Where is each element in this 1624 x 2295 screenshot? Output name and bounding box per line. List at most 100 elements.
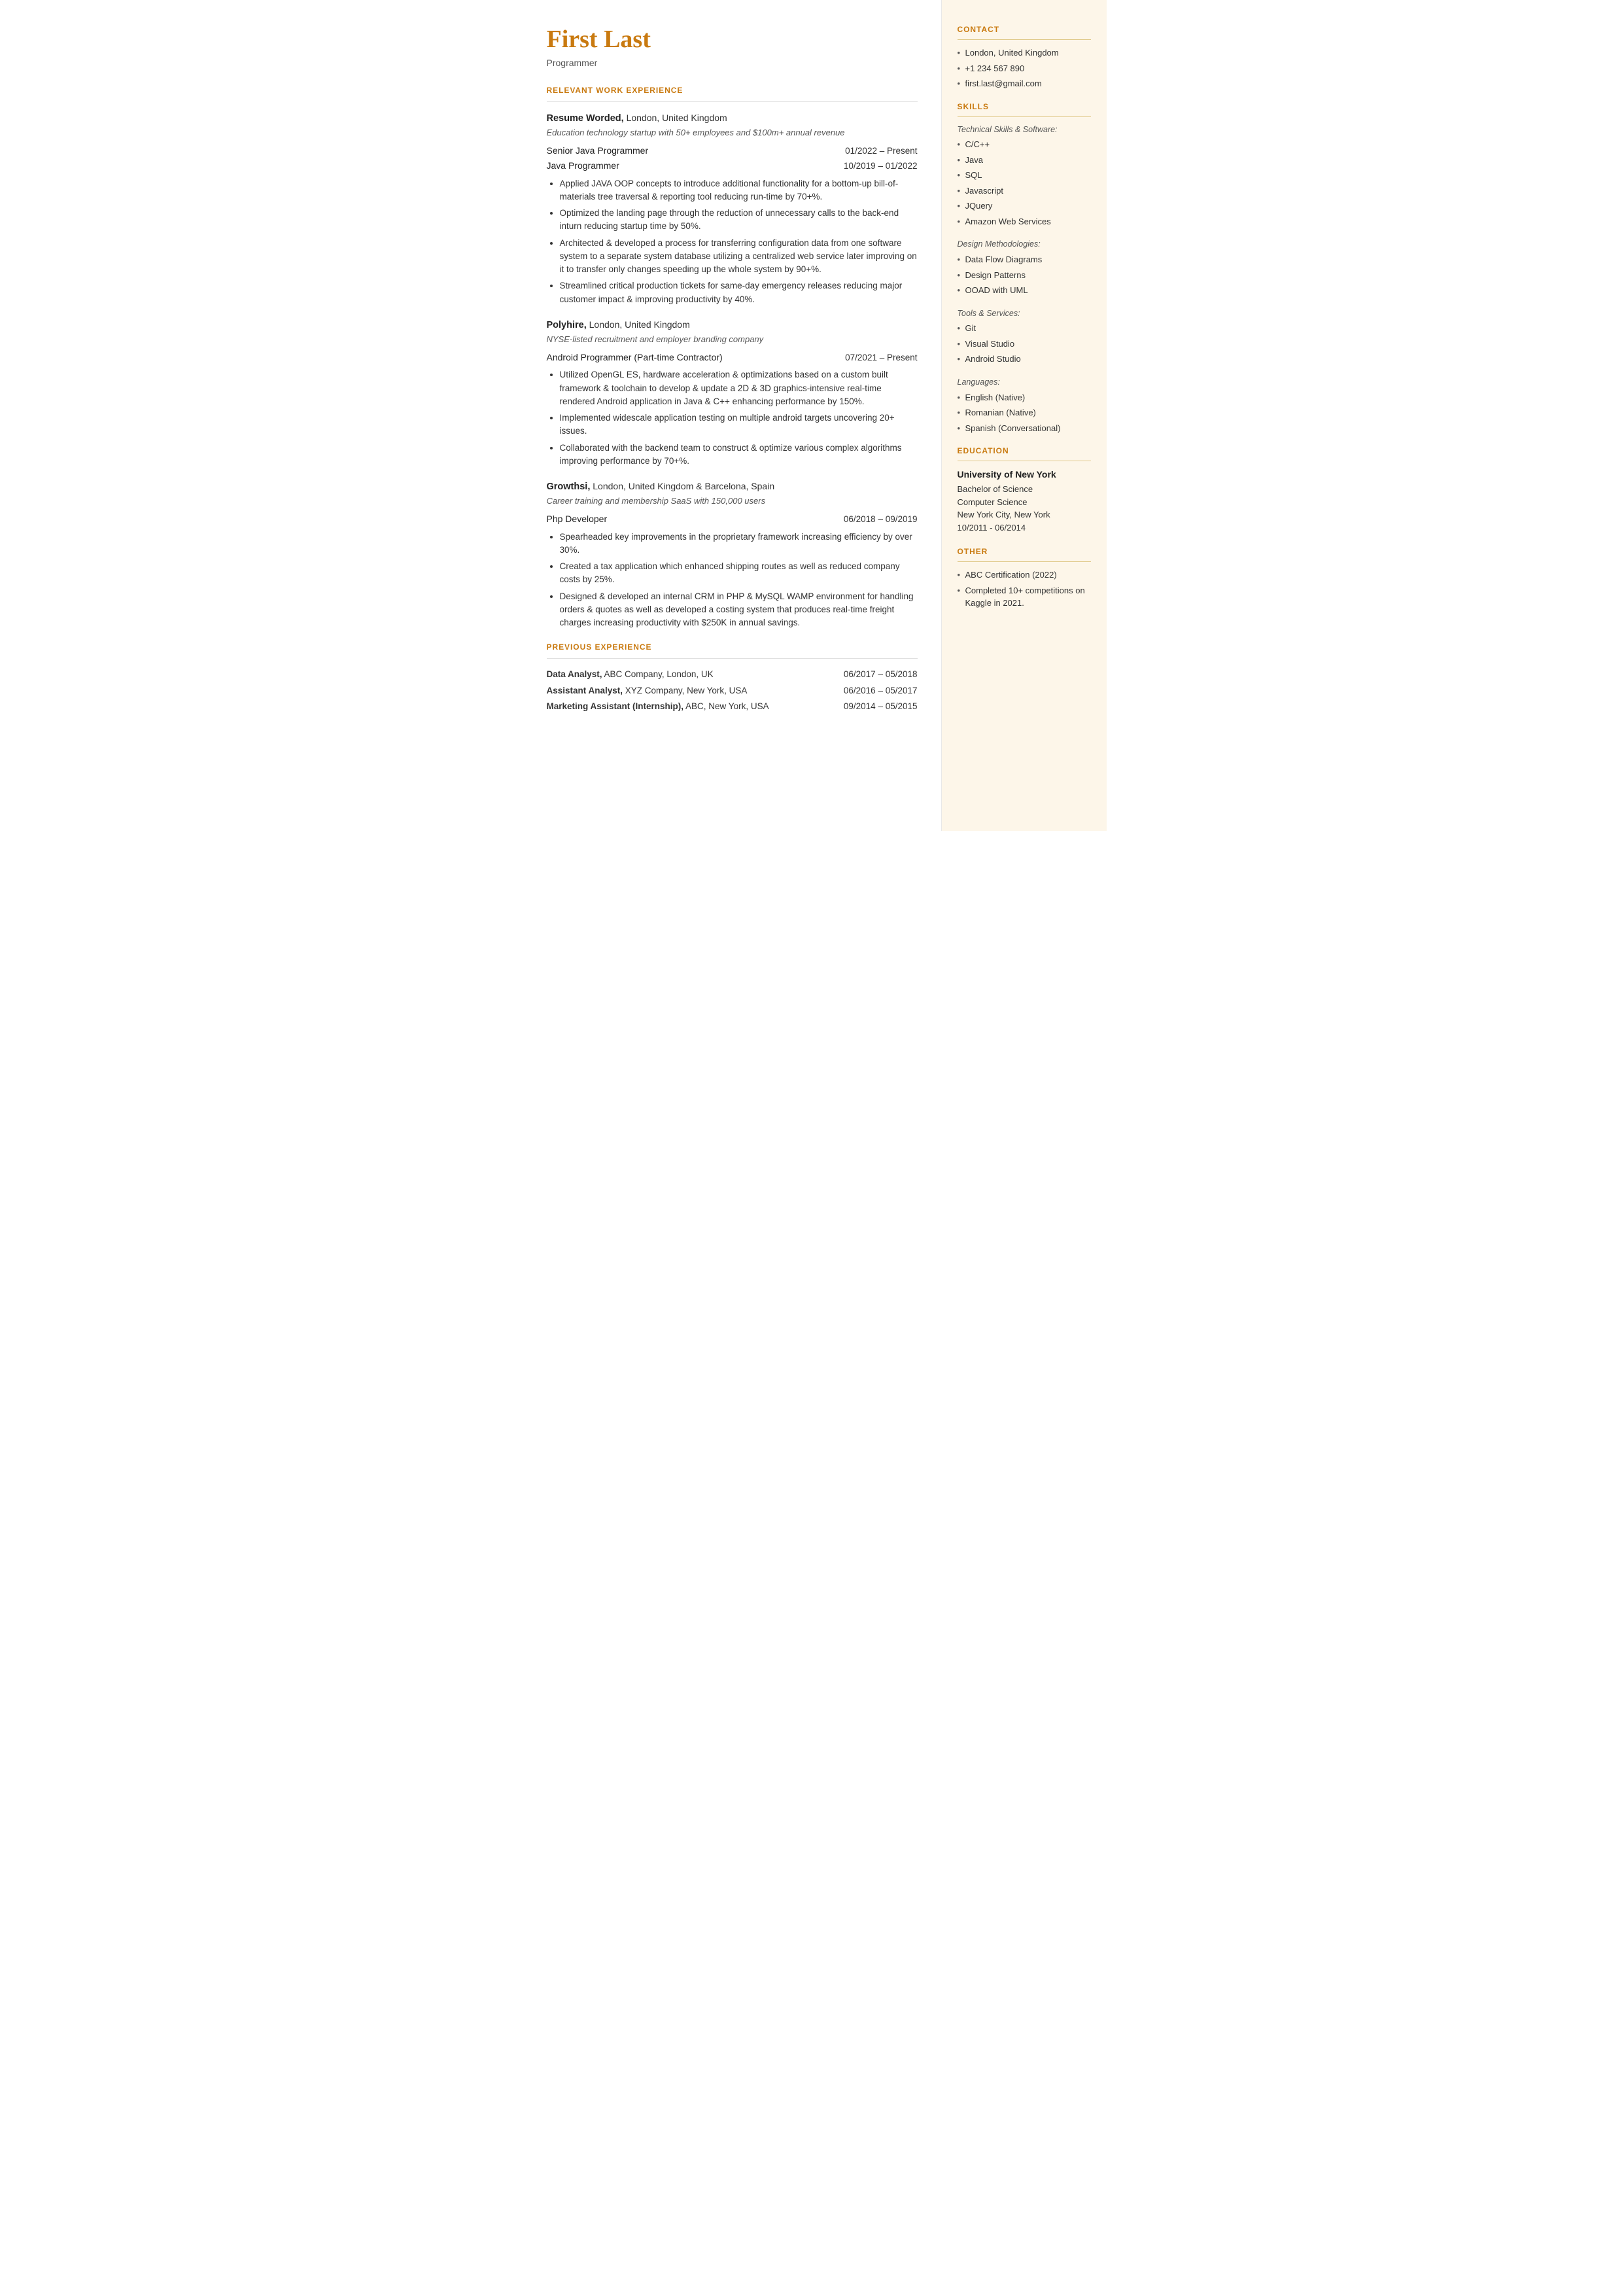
bullet-item: Streamlined critical production tickets … [560,279,918,306]
edu-field: Computer Science [958,496,1091,509]
employer-header-3: Growthsi, London, United Kingdom & Barce… [547,480,918,507]
employer-header-2: Polyhire, London, United Kingdom NYSE-li… [547,318,918,345]
design-list: Data Flow Diagrams Design Patterns OOAD … [958,253,1091,297]
right-column: CONTACT London, United Kingdom +1 234 56… [942,0,1107,831]
candidate-name: First Last [547,26,918,54]
technical-list: C/C++ Java SQL Javascript JQuery Amazon … [958,138,1091,228]
job-block-1: Senior Java Programmer 01/2022 – Present… [547,144,918,173]
bullet-item: Utilized OpenGL ES, hardware acceleratio… [560,368,918,408]
divider-contact [958,39,1091,40]
employer-growthsi: Growthsi, London, United Kingdom & Barce… [547,480,918,629]
bullet-item: Collaborated with the backend team to co… [560,442,918,468]
design-label: Design Methodologies: [958,238,1091,251]
company-tagline-1: Education technology startup with 50+ em… [547,126,918,139]
bullet-item: Spearheaded key improvements in the prop… [560,531,918,557]
job-title-1b: Java Programmer [547,159,619,173]
prev-date-1: 06/2017 – 05/2018 [844,668,918,681]
contact-item-phone: +1 234 567 890 [958,62,1091,75]
other-section-title: OTHER [958,546,1091,557]
company-name-1: Resume Worded, London, United Kingdom [547,113,727,124]
skill-item: OOAD with UML [958,284,1091,297]
bullet-item: Architected & developed a process for tr… [560,237,918,277]
prev-job-row-3: Marketing Assistant (Internship), ABC, N… [547,700,918,713]
education-section-title: EDUCATION [958,445,1091,457]
company-name-3: Growthsi, London, United Kingdom & Barce… [547,482,775,492]
job-date-2a: 07/2021 – Present [845,351,917,364]
skill-item: Visual Studio [958,338,1091,351]
skill-item: JQuery [958,200,1091,213]
divider-skills [958,116,1091,117]
job-date-1b: 10/2019 – 01/2022 [844,160,918,173]
contact-list: London, United Kingdom +1 234 567 890 fi… [958,46,1091,90]
employer-polyhire: Polyhire, London, United Kingdom NYSE-li… [547,318,918,468]
candidate-title: Programmer [547,56,918,70]
language-item: English (Native) [958,391,1091,404]
bullet-list-3: Spearheaded key improvements in the prop… [560,531,918,630]
skill-item: Amazon Web Services [958,215,1091,228]
job-row-2a: Android Programmer (Part-time Contractor… [547,351,918,364]
edu-university: University of New York [958,468,1091,482]
job-row-1a: Senior Java Programmer 01/2022 – Present [547,144,918,158]
language-item: Romanian (Native) [958,406,1091,419]
skill-item: Data Flow Diagrams [958,253,1091,266]
divider-other [958,561,1091,562]
relevant-work-section-title: RELEVANT WORK EXPERIENCE [547,84,918,96]
divider-relevant-work [547,101,918,102]
prev-job-row-2: Assistant Analyst, XYZ Company, New York… [547,684,918,697]
language-item: Spanish (Conversational) [958,422,1091,435]
prev-job-row-1: Data Analyst, ABC Company, London, UK 06… [547,668,918,681]
employer-header-1: Resume Worded, London, United Kingdom Ed… [547,111,918,139]
tools-label: Tools & Services: [958,307,1091,320]
skill-item: Design Patterns [958,269,1091,282]
skills-section-title: SKILLS [958,101,1091,113]
bullet-list-2: Utilized OpenGL ES, hardware acceleratio… [560,368,918,468]
education-block: University of New York Bachelor of Scien… [958,468,1091,534]
company-tagline-3: Career training and membership SaaS with… [547,495,918,508]
edu-degree: Bachelor of Science [958,483,1091,496]
job-row-1b: Java Programmer 10/2019 – 01/2022 [547,159,918,173]
job-title-2a: Android Programmer (Part-time Contractor… [547,351,723,364]
skill-item: SQL [958,169,1091,182]
bullet-item: Implemented widescale application testin… [560,412,918,438]
prev-job-2: Assistant Analyst, XYZ Company, New York… [547,684,844,697]
previous-experience-section-title: PREVIOUS EXPERIENCE [547,641,918,653]
skill-item: Java [958,154,1091,167]
other-item: ABC Certification (2022) [958,569,1091,582]
languages-list: English (Native) Romanian (Native) Spani… [958,391,1091,435]
contact-section-title: CONTACT [958,24,1091,35]
tools-list: Git Visual Studio Android Studio [958,322,1091,366]
divider-previous [547,658,918,659]
company-name-2: Polyhire, London, United Kingdom [547,320,690,330]
edu-dates: 10/2011 - 06/2014 [958,521,1091,534]
company-tagline-2: NYSE-listed recruitment and employer bra… [547,333,918,346]
job-date-3a: 06/2018 – 09/2019 [844,513,918,526]
bullet-list-1: Applied JAVA OOP concepts to introduce a… [560,177,918,306]
employer-resume-worded: Resume Worded, London, United Kingdom Ed… [547,111,918,306]
bullet-item: Optimized the landing page through the r… [560,207,918,234]
left-column: First Last Programmer RELEVANT WORK EXPE… [518,0,942,831]
other-item: Completed 10+ competitions on Kaggle in … [958,584,1091,610]
contact-item-email: first.last@gmail.com [958,77,1091,90]
job-block-2: Android Programmer (Part-time Contractor… [547,351,918,364]
prev-date-3: 09/2014 – 05/2015 [844,700,918,713]
other-list: ABC Certification (2022) Completed 10+ c… [958,569,1091,610]
job-date-1a: 01/2022 – Present [845,145,917,158]
skill-item: Android Studio [958,353,1091,366]
bullet-item: Created a tax application which enhanced… [560,560,918,587]
contact-item-location: London, United Kingdom [958,46,1091,60]
bullet-item: Designed & developed an internal CRM in … [560,590,918,630]
bullet-item: Applied JAVA OOP concepts to introduce a… [560,177,918,204]
job-block-3: Php Developer 06/2018 – 09/2019 [547,512,918,526]
skill-item: Javascript [958,184,1091,198]
skill-item: C/C++ [958,138,1091,151]
prev-date-2: 06/2016 – 05/2017 [844,684,918,697]
prev-job-3: Marketing Assistant (Internship), ABC, N… [547,700,844,713]
job-title-1a: Senior Java Programmer [547,144,649,158]
edu-location: New York City, New York [958,508,1091,521]
skill-item: Git [958,322,1091,335]
technical-label: Technical Skills & Software: [958,124,1091,136]
job-row-3a: Php Developer 06/2018 – 09/2019 [547,512,918,526]
languages-label: Languages: [958,376,1091,389]
prev-job-1: Data Analyst, ABC Company, London, UK [547,668,844,681]
job-title-3a: Php Developer [547,512,608,526]
